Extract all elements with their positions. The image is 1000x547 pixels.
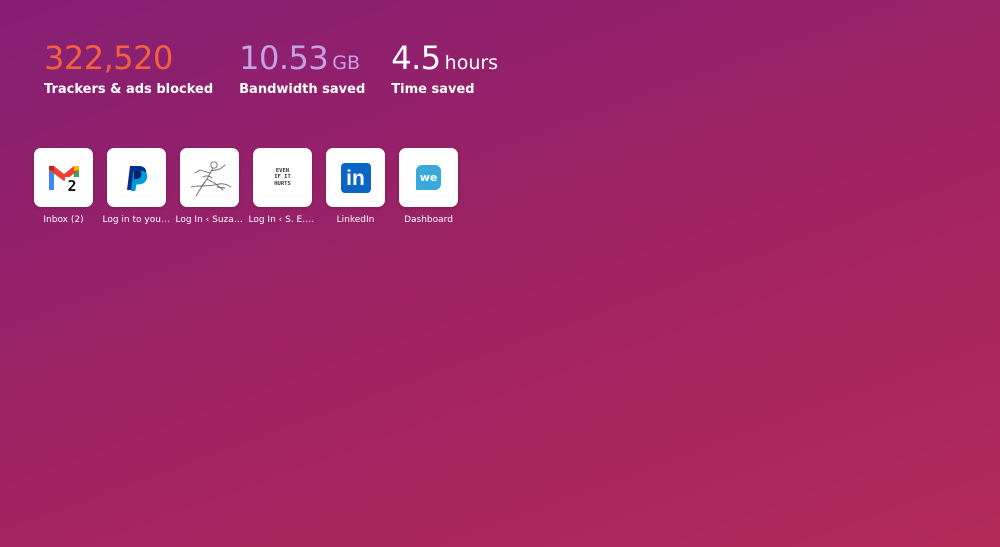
stats-row: 322,520 Trackers & ads blocked 10.53 GB …	[44, 38, 498, 97]
even-if-it-hurts-line-2: IF IT	[274, 174, 291, 181]
even-if-it-hurts-line-3: HURTS	[274, 180, 291, 187]
time-saved-value: 4.5	[391, 39, 441, 77]
shortcut-paypal[interactable]: Log in to your PayPal account	[103, 148, 171, 225]
time-saved-unit: hours	[444, 52, 499, 74]
bandwidth-saved-value: 10.53	[239, 39, 329, 77]
time-saved-label: Time saved	[391, 82, 475, 97]
inbox-badge-count: 2	[67, 177, 76, 194]
shortcut-dashboard[interactable]: we Dashboard	[399, 148, 458, 225]
stat-trackers-blocked: 322,520 Trackers & ads blocked	[44, 38, 213, 97]
linkedin-icon: in	[340, 162, 371, 193]
shortcut-linkedin[interactable]: in LinkedIn	[326, 148, 385, 225]
shortcut-inbox-label[interactable]: Inbox (2)	[30, 215, 98, 225]
we-icon: we	[416, 165, 441, 190]
shortcut-suzanne[interactable]: Log In ‹ Suzanne	[176, 148, 244, 225]
shortcut-inbox-icon-box[interactable]: 2	[34, 148, 93, 207]
shortcut-inbox[interactable]: 2 Inbox (2)	[34, 148, 93, 225]
shortcut-dashboard-icon-box[interactable]: we	[399, 148, 458, 207]
shortcut-se-hinton-icon-box[interactable]: EVEN IF IT HURTS	[253, 148, 312, 207]
shortcut-linkedin-label[interactable]: LinkedIn	[322, 215, 390, 225]
linkedin-icon-text: in	[346, 167, 365, 190]
shortcut-linkedin-icon-box[interactable]: in	[326, 148, 385, 207]
bandwidth-saved-unit: GB	[332, 52, 361, 74]
trackers-blocked-label: Trackers & ads blocked	[44, 82, 214, 97]
shortcut-paypal-icon-box[interactable]	[107, 148, 166, 207]
shortcut-tiles: 2 Inbox (2) Log in to your PayPal accoun…	[34, 148, 458, 225]
sketch-figure-icon	[190, 160, 231, 196]
shortcut-suzanne-label[interactable]: Log In ‹ Suzanne	[176, 215, 244, 225]
shortcut-se-hinton-label[interactable]: Log In ‹ S. E. Hinton	[249, 215, 317, 225]
stat-time-saved: 4.5 hours Time saved	[391, 38, 498, 97]
trackers-blocked-value: 322,520	[44, 39, 173, 77]
stat-bandwidth-saved: 10.53 GB Bandwidth saved	[239, 38, 365, 97]
shortcut-se-hinton[interactable]: EVEN IF IT HURTS Log In ‹ S. E. Hinton	[249, 148, 317, 225]
shortcut-dashboard-label[interactable]: Dashboard	[395, 215, 463, 225]
shortcut-paypal-label[interactable]: Log in to your PayPal account	[103, 215, 171, 225]
bandwidth-saved-label: Bandwidth saved	[239, 82, 366, 97]
even-if-it-hurts-icon: EVEN IF IT HURTS	[274, 168, 291, 188]
shortcut-suzanne-icon-box[interactable]	[180, 148, 239, 207]
paypal-icon	[126, 165, 147, 191]
we-icon-text: we	[419, 171, 438, 184]
gmail-icon: 2	[48, 165, 79, 194]
